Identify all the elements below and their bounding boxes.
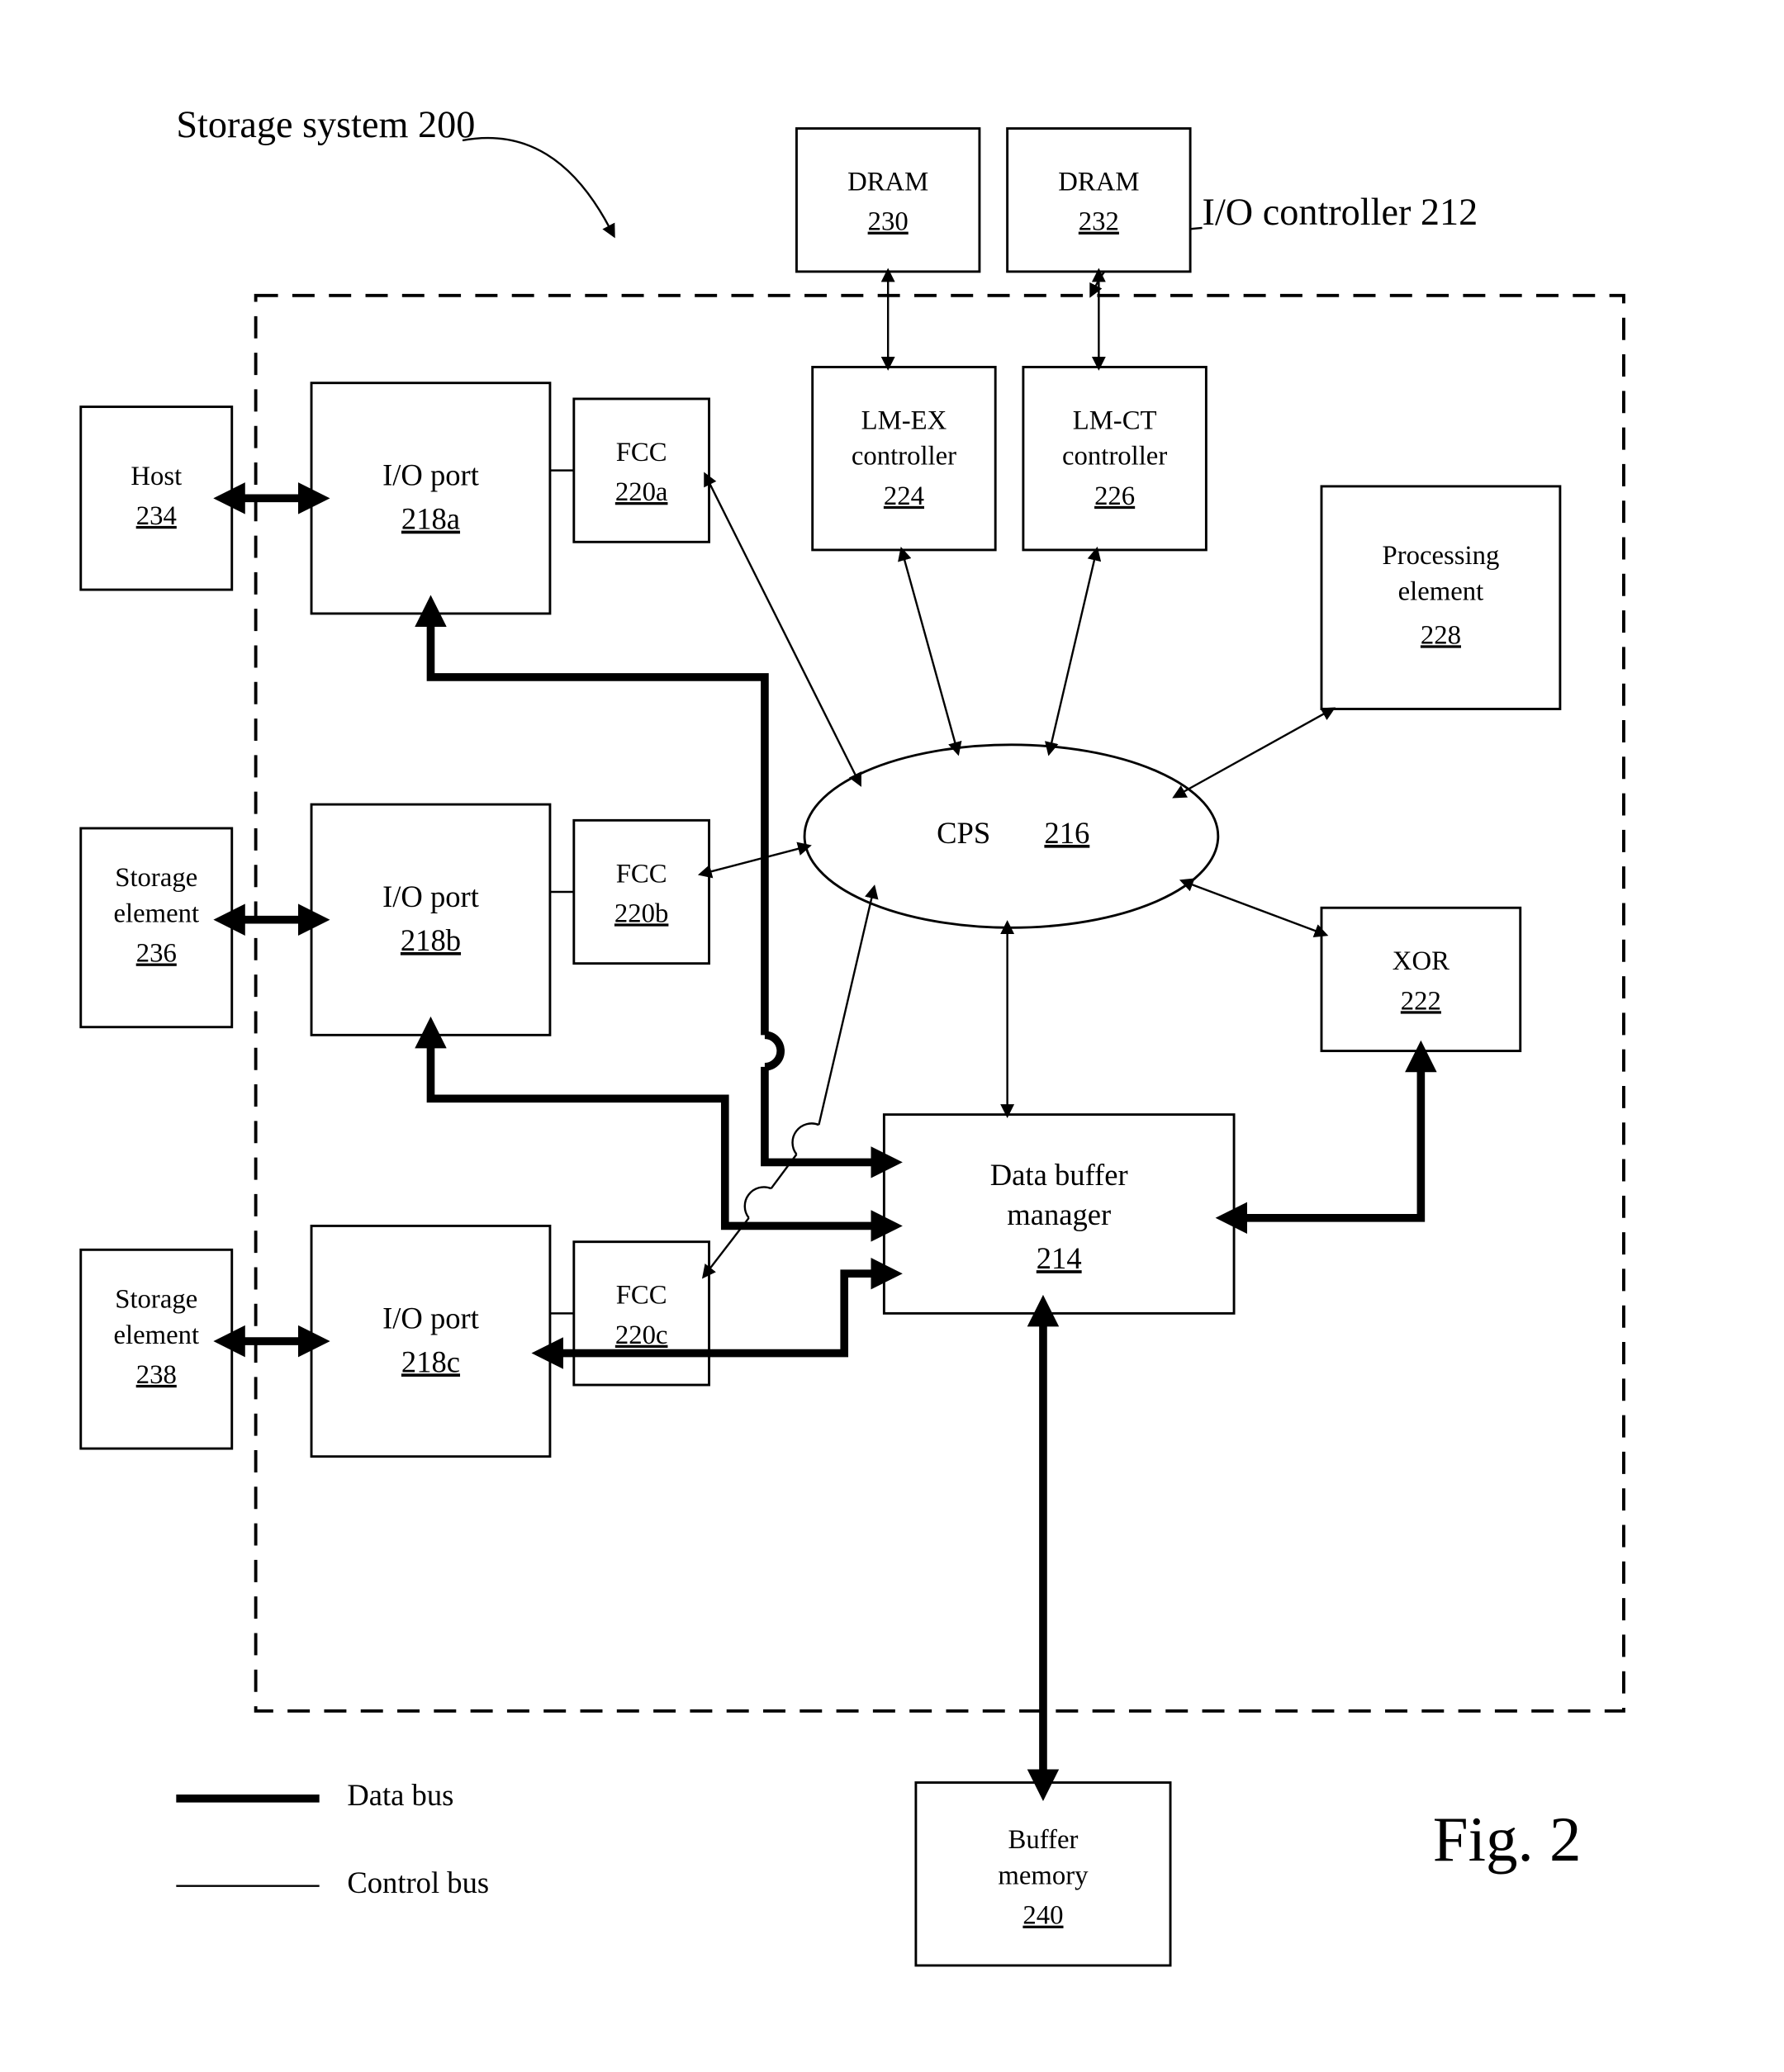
proc-l1: Processing (1383, 541, 1500, 571)
hop-1 (765, 1035, 780, 1067)
hop-2b (793, 1123, 819, 1154)
storage-238-l2: element (113, 1320, 199, 1350)
io-controller-label: I/O controller 212 (1203, 191, 1478, 233)
cps-label: CPS (937, 816, 990, 850)
ioport-b-ref: 218b (401, 923, 461, 957)
dbm-ref: 214 (1037, 1241, 1082, 1275)
dram-232-ref: 232 (1079, 207, 1119, 237)
lmct-l2: controller (1062, 442, 1167, 472)
xor-label: XOR (1393, 946, 1450, 976)
title-leader (463, 138, 610, 228)
diagram-canvas: Storage system 200 I/O controller 212 Ho… (33, 33, 1751, 2028)
lmex-ref: 224 (884, 481, 924, 511)
hop-2a (745, 1187, 771, 1217)
fcc-b-label: FCC (616, 859, 667, 889)
cps-ref: 216 (1044, 816, 1089, 850)
ctl-fccc-cps (709, 896, 872, 1270)
dram-232-box (1008, 129, 1190, 272)
lmct-l1: LM-CT (1073, 405, 1157, 435)
host-ref: 234 (136, 501, 177, 531)
lmct-ref: 226 (1094, 481, 1135, 511)
ctl-lmct-cps (1051, 558, 1095, 745)
bus-dbm-xor (1242, 1067, 1421, 1218)
ioport-c-ref: 218c (401, 1344, 460, 1378)
fcc-b-ref: 220b (614, 898, 668, 928)
xor-ref: 222 (1401, 986, 1441, 1016)
bus-ioportb-dbm (430, 1043, 875, 1226)
ioport-c-label: I/O port (382, 1301, 479, 1335)
ioport-b-box (311, 804, 550, 1035)
storage-238-ref: 238 (136, 1360, 177, 1390)
ioport-a-ref: 218a (401, 502, 460, 536)
fcc-c-ref: 220c (615, 1320, 668, 1350)
ctl-cps-xor (1190, 884, 1317, 932)
proc-l2: element (1398, 576, 1484, 606)
bufmem-l1: Buffer (1008, 1825, 1079, 1855)
storage-236-l2: element (113, 898, 199, 928)
fcc-b-box (574, 820, 709, 963)
proc-ref: 228 (1421, 620, 1461, 650)
fcc-a-box (574, 399, 709, 542)
fcc-c-label: FCC (616, 1281, 667, 1311)
ioport-a-label: I/O port (382, 458, 479, 492)
storage-236-l1: Storage (115, 863, 197, 893)
ioport-b-label: I/O port (382, 880, 479, 913)
dbm-l2: manager (1007, 1197, 1111, 1231)
bufmem-l2: memory (998, 1861, 1089, 1891)
ioport-a-box (311, 383, 550, 614)
dram-230-label: DRAM (847, 167, 928, 197)
dbm-l1: Data buffer (990, 1158, 1128, 1192)
fcc-a-label: FCC (616, 438, 667, 467)
lmex-l1: LM-EX (861, 405, 947, 435)
fcc-c-box (574, 1242, 709, 1385)
ctl-fccb-cps (709, 848, 801, 872)
legend-databus-label: Data bus (347, 1778, 453, 1812)
host-box (81, 407, 232, 590)
dram-230-ref: 230 (868, 207, 909, 237)
title-label: Storage system 200 (176, 103, 475, 145)
ctl-lmex-cps (904, 558, 956, 745)
figure-label: Fig. 2 (1433, 1804, 1582, 1875)
lmex-l2: controller (852, 442, 956, 472)
host-label: Host (130, 462, 182, 491)
bufmem-ref: 240 (1022, 1901, 1063, 1931)
xor-box (1321, 908, 1521, 1050)
dram-230-box (796, 129, 979, 272)
ctl-proc-cps (1182, 713, 1325, 792)
ioport-c-box (311, 1226, 550, 1456)
storage-236-ref: 236 (136, 939, 177, 969)
legend-controlbus-label: Control bus (347, 1866, 489, 1899)
dram-232-label: DRAM (1058, 167, 1139, 197)
cps-ellipse (804, 745, 1218, 927)
fcc-a-ref: 220a (615, 477, 668, 507)
storage-238-l1: Storage (115, 1284, 197, 1314)
